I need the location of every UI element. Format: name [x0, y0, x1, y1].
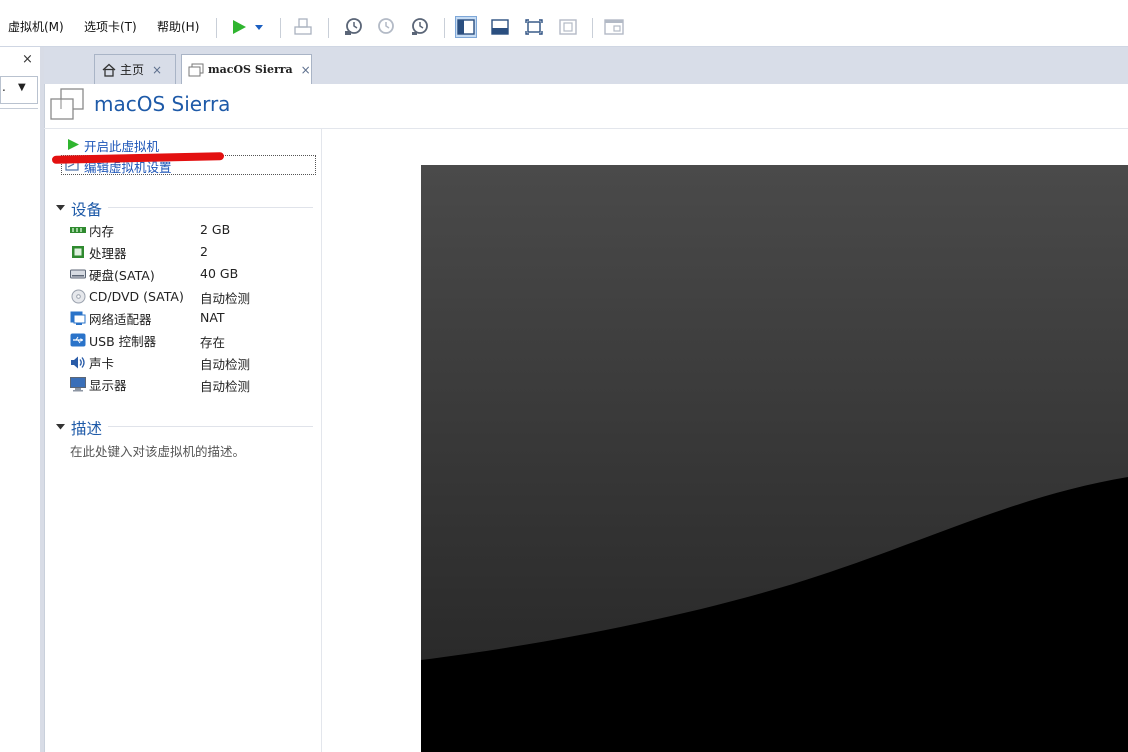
menu-vm[interactable]: 虚拟机(M) [8, 18, 64, 35]
console-view-button [603, 16, 625, 38]
play-icon [68, 139, 79, 150]
library-close-button[interactable]: × [22, 52, 33, 67]
library-divider [0, 108, 38, 109]
tab-home-label: 主页 [120, 63, 145, 77]
home-icon [102, 63, 116, 77]
library-dropdown-text: . [2, 80, 6, 94]
toolbar-separator [444, 18, 445, 38]
device-row-memory[interactable]: 内存 [70, 220, 114, 240]
device-name: 处理器 [89, 245, 127, 261]
console-view-icon [604, 19, 624, 35]
menu-toolbar: 虚拟机(M) 选项卡(T) 帮助(H) [0, 8, 1128, 47]
vm-title: macOS Sierra [94, 92, 231, 116]
device-row-processor[interactable]: 处理器 [70, 242, 127, 262]
section-divider [108, 207, 313, 208]
tab-bar: 主页 × macOS Sierra × [44, 47, 1128, 85]
snapshot-manager-icon [412, 18, 428, 35]
power-on-button[interactable] [228, 16, 250, 38]
toolbar-separator [592, 18, 593, 38]
toolbar-separator [216, 18, 217, 38]
power-dropdown-button[interactable] [252, 16, 266, 38]
tab-macos-sierra[interactable]: macOS Sierra × [181, 54, 312, 84]
devices-section-header[interactable]: 设备 [71, 198, 102, 220]
device-row-network-adapter[interactable]: 网络适配器 [70, 308, 152, 328]
device-row-hard-disk[interactable]: 硬盘(SATA) [70, 264, 155, 284]
hard-disk-icon [70, 267, 86, 281]
cd-dvd-icon [70, 289, 86, 303]
device-value: 存在 [200, 335, 226, 350]
header-divider [44, 128, 1128, 129]
toolbar-separator [280, 18, 281, 38]
device-value: 40 GB [200, 266, 239, 281]
device-row-cd-dvd[interactable]: CD/DVD (SATA) [70, 286, 184, 306]
menu-tabs[interactable]: 选项卡(T) [84, 18, 137, 35]
preview-graphic [421, 165, 1128, 752]
device-row-usb-controller[interactable]: USB 控制器 [70, 330, 156, 350]
full-screen-icon [525, 19, 543, 35]
keyboard-icon [294, 18, 312, 35]
tab-vm-close-icon[interactable]: × [301, 63, 311, 77]
memory-icon [70, 223, 86, 237]
collapse-triangle-icon[interactable] [56, 203, 65, 212]
device-name: 内存 [89, 223, 115, 239]
revert-snapshot-button [374, 16, 396, 38]
device-name: 网络适配器 [89, 311, 152, 327]
device-value: 2 [200, 244, 208, 259]
device-name: USB 控制器 [89, 333, 157, 349]
library-panel [0, 47, 44, 752]
vm-large-icon [50, 88, 84, 120]
menu-help[interactable]: 帮助(H) [157, 18, 199, 35]
pane-divider [321, 129, 322, 752]
description-input[interactable]: 在此处键入对该虚拟机的描述。 [70, 441, 245, 460]
window-top-strip [0, 0, 1128, 8]
device-value: 自动检测 [200, 291, 251, 306]
device-name: 硬盘(SATA) [89, 267, 155, 283]
snapshot-manager-button[interactable] [408, 16, 430, 38]
tab-home[interactable]: 主页 × [94, 54, 176, 84]
processor-icon [70, 245, 86, 259]
collapse-triangle-icon[interactable] [56, 422, 65, 431]
description-section-header[interactable]: 描述 [71, 417, 102, 439]
device-name: 显示器 [89, 377, 127, 393]
power-on-vm-link[interactable]: 开启此虚拟机 [84, 136, 159, 155]
full-screen-button[interactable] [523, 16, 545, 38]
tab-home-close-icon[interactable]: × [152, 63, 162, 77]
chevron-down-icon[interactable]: ▼ [18, 82, 26, 93]
device-row-display[interactable]: 显示器 [70, 374, 127, 394]
device-name: 声卡 [89, 355, 115, 371]
revert-snapshot-icon [378, 18, 394, 34]
thumbnail-icon [491, 19, 509, 35]
toolbar-separator [328, 18, 329, 38]
chevron-down-icon [255, 25, 263, 30]
device-name: CD/DVD (SATA) [89, 288, 184, 304]
display-icon [70, 376, 86, 391]
snapshot-icon [345, 18, 362, 35]
vm-preview-screen[interactable] [421, 165, 1128, 752]
device-value: NAT [200, 310, 225, 325]
vm-icon [188, 63, 204, 76]
unity-button [557, 16, 579, 38]
device-row-sound-card[interactable]: 声卡 [70, 352, 114, 372]
usb-controller-icon [70, 333, 86, 347]
send-ctrl-alt-del-button[interactable] [292, 16, 314, 38]
show-library-button[interactable] [455, 16, 477, 38]
device-value: 自动检测 [200, 379, 251, 394]
unity-icon [559, 19, 577, 35]
network-adapter-icon [70, 311, 86, 325]
tab-vm-label: macOS Sierra [208, 63, 293, 76]
section-divider [108, 426, 313, 427]
sound-card-icon [70, 355, 86, 369]
library-view-icon [457, 19, 475, 35]
device-value: 2 GB [200, 222, 231, 237]
snapshot-button[interactable] [342, 16, 364, 38]
thumbnail-bar-button[interactable] [489, 16, 511, 38]
play-icon [233, 20, 246, 34]
device-value: 自动检测 [200, 357, 251, 372]
